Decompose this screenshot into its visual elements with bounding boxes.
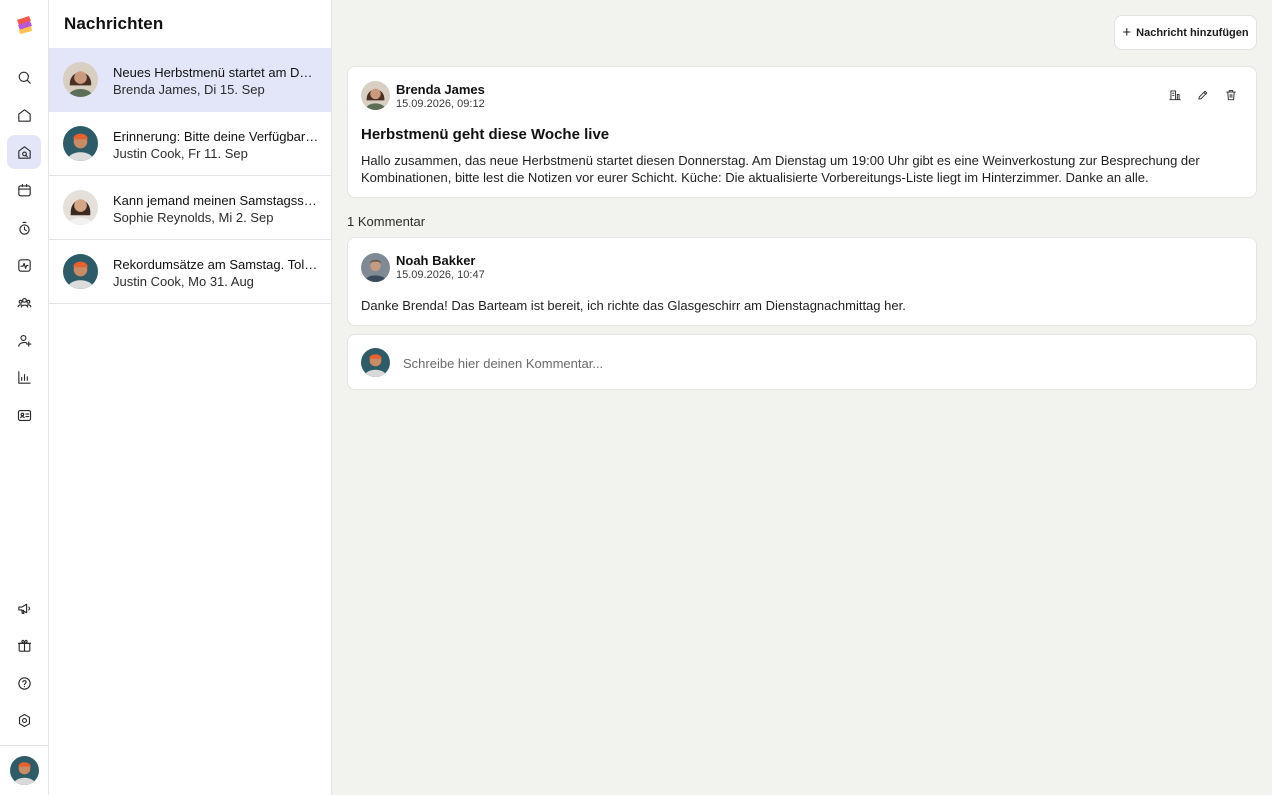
- current-user-avatar: [361, 348, 390, 377]
- message-meta: Sophie Reynolds, Mi 2. Sep: [113, 210, 274, 225]
- author-avatar: [361, 81, 390, 110]
- add-message-label: Nachricht hinzufügen: [1136, 26, 1249, 39]
- message-meta: Justin Cook, Mo 31. Aug: [113, 274, 254, 289]
- message-list-item[interactable]: Erinnerung: Bitte deine Verfügbarkeit ei…: [49, 112, 331, 176]
- comment-text: Danke Brenda! Das Barteam ist bereit, ic…: [361, 298, 906, 313]
- add-message-button[interactable]: + Nachricht hinzufügen: [1114, 15, 1257, 50]
- message-list: Neues Herbstmenü startet am Donnerstag B…: [49, 48, 331, 304]
- avatar: [63, 126, 98, 161]
- message-meta: Brenda James, Di 15. Sep: [113, 82, 265, 97]
- message-list-item[interactable]: Kann jemand meinen Samstagsschicht übern…: [49, 176, 331, 240]
- message-meta: Justin Cook, Fr 11. Sep: [113, 146, 248, 161]
- comment-count: 1 Kommentar: [347, 214, 426, 229]
- page-title: Nachrichten: [64, 14, 164, 33]
- comment-card: Noah Bakker 15.09.2026, 10:47 Danke Bren…: [347, 237, 1257, 326]
- megaphone-icon[interactable]: [7, 591, 41, 625]
- post-title: Herbstmenü geht diese Woche live: [361, 126, 610, 143]
- message-list-panel: Nachrichten Neues Herbstmenü startet am …: [49, 0, 332, 795]
- plus-icon: +: [1122, 23, 1132, 41]
- post-actions: [1167, 87, 1239, 103]
- calendar-icon[interactable]: [7, 173, 41, 207]
- chart-icon[interactable]: [7, 360, 41, 394]
- commenter-avatar: [361, 253, 390, 282]
- post-timestamp: 15.09.2026, 09:12: [396, 98, 485, 110]
- post-body: Hallo zusammen, das neue Herbstmenü star…: [361, 153, 1200, 185]
- settings-icon[interactable]: [7, 703, 41, 737]
- id-card-icon[interactable]: [7, 398, 41, 432]
- comment-composer: [347, 334, 1257, 390]
- comment-author: Noah Bakker: [396, 253, 476, 268]
- edit-icon[interactable]: [1195, 87, 1211, 103]
- message-subject: Rekordumsätze am Samstag. Tolle Arbeit, …: [113, 257, 319, 272]
- post-author: Brenda James: [396, 82, 485, 97]
- translate-icon[interactable]: [1167, 87, 1183, 103]
- post-card: Brenda James 15.09.2026, 09:12 Herbstmen…: [347, 66, 1257, 198]
- delete-icon[interactable]: [1223, 87, 1239, 103]
- rail-divider: [0, 745, 48, 746]
- team-icon[interactable]: [7, 285, 41, 319]
- message-subject: Kann jemand meinen Samstagsschicht übern…: [113, 193, 319, 208]
- avatar: [63, 62, 98, 97]
- message-list-item[interactable]: Rekordumsätze am Samstag. Tolle Arbeit, …: [49, 240, 331, 304]
- message-list-item[interactable]: Neues Herbstmenü startet am Donnerstag B…: [49, 48, 331, 112]
- add-user-icon[interactable]: [7, 323, 41, 357]
- messages-icon[interactable]: [7, 135, 41, 169]
- avatar: [63, 190, 98, 225]
- gift-icon[interactable]: [7, 628, 41, 662]
- comment-timestamp: 15.09.2026, 10:47: [396, 269, 485, 281]
- message-subject: Neues Herbstmenü startet am Donnerstag: [113, 65, 319, 80]
- comment-input[interactable]: [403, 352, 1223, 374]
- current-user-avatar[interactable]: [10, 756, 39, 785]
- search-icon[interactable]: [7, 60, 41, 94]
- help-icon[interactable]: [7, 666, 41, 700]
- avatar: [63, 254, 98, 289]
- app-logo-icon[interactable]: [14, 14, 36, 36]
- icon-sidebar: [0, 0, 49, 795]
- activity-icon[interactable]: [7, 248, 41, 282]
- message-subject: Erinnerung: Bitte deine Verfügbarkeit ei…: [113, 129, 319, 144]
- home-icon[interactable]: [7, 98, 41, 132]
- timer-icon[interactable]: [7, 211, 41, 245]
